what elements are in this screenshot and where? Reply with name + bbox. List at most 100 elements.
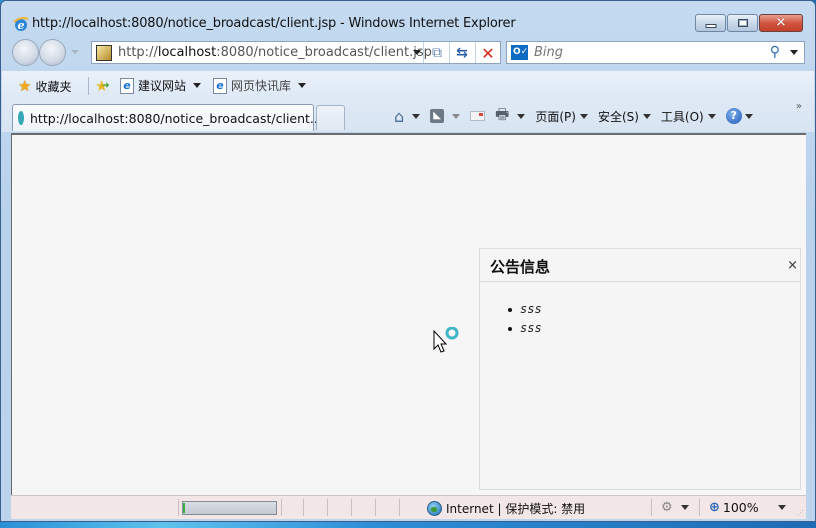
status-divider bbox=[281, 499, 282, 516]
tools-menu-label: 工具(O) bbox=[660, 109, 704, 124]
ie-page-icon: e bbox=[213, 77, 227, 94]
safety-menu-label: 安全(S) bbox=[597, 109, 639, 124]
more-commands-chevron-icon[interactable]: » bbox=[796, 101, 802, 112]
chevron-down-icon[interactable] bbox=[412, 113, 421, 119]
add-to-favorites-bar-button[interactable]: ★ bbox=[95, 77, 110, 95]
notice-panel-title: 公告信息 bbox=[490, 258, 551, 276]
status-divider bbox=[399, 499, 400, 516]
search-options-dropdown-icon[interactable] bbox=[790, 50, 798, 55]
status-divider bbox=[375, 499, 376, 516]
resize-grip-icon[interactable]: ⋰ bbox=[797, 509, 804, 517]
search-box[interactable]: O✓ Bing ⚲ bbox=[506, 41, 805, 64]
favorites-item-web-slice-gallery[interactable]: e 网页快讯库 bbox=[213, 77, 307, 94]
favorites-divider bbox=[88, 77, 89, 95]
refresh-icon[interactable]: ⇆ bbox=[453, 44, 471, 62]
chevron-down-icon[interactable] bbox=[452, 113, 461, 119]
favorites-item-label: 网页快讯库 bbox=[231, 79, 292, 93]
favorites-item-label: 建议网站 bbox=[138, 79, 187, 93]
zoom-level-button[interactable]: ⊕ 100% bbox=[709, 500, 786, 515]
site-favicon-icon bbox=[96, 44, 112, 61]
tab-label: http://localhost:8080/notice_broadcast/c… bbox=[30, 110, 322, 126]
forward-button[interactable] bbox=[39, 39, 66, 66]
address-scheme: http:// bbox=[118, 45, 158, 60]
page-menu-label: 页面(P) bbox=[535, 109, 576, 124]
notice-item: sss bbox=[508, 300, 800, 319]
chevron-down-icon[interactable] bbox=[777, 505, 786, 510]
home-button[interactable]: ⌂ bbox=[394, 106, 421, 126]
chevron-down-icon[interactable] bbox=[517, 113, 526, 119]
tab-client-jsp[interactable]: http://localhost:8080/notice_broadcast/c… bbox=[12, 104, 322, 131]
svg-text:e: e bbox=[18, 19, 25, 32]
status-divider bbox=[303, 499, 304, 516]
recent-pages-dropdown-icon[interactable] bbox=[71, 50, 79, 54]
internet-explorer-icon: e bbox=[13, 17, 29, 32]
security-zone-indicator[interactable]: Internet | 保护模式: 禁用 bbox=[427, 500, 585, 517]
search-input[interactable]: Bing bbox=[534, 45, 563, 60]
close-icon: ✕ bbox=[775, 15, 787, 31]
address-input[interactable]: http://localhost:8080/notice_broadcast/c… bbox=[118, 45, 432, 60]
notice-panel: 公告信息 × sss sss bbox=[479, 248, 801, 490]
notice-panel-header: 公告信息 × bbox=[480, 249, 800, 282]
chevron-down-icon bbox=[642, 113, 651, 119]
printer-icon: 🖶 bbox=[495, 104, 510, 123]
close-window-button[interactable]: ✕ bbox=[759, 14, 803, 32]
help-menu-button[interactable]: ? bbox=[725, 108, 753, 124]
address-divider bbox=[475, 42, 476, 63]
safety-menu-button[interactable]: 安全(S) bbox=[598, 108, 651, 125]
title-bar[interactable]: e http://localhost:8080/notice_broadcast… bbox=[1, 1, 815, 37]
window-controls: ✕ bbox=[695, 14, 803, 32]
zoom-level-text: 100% bbox=[722, 500, 759, 515]
favorites-bar: ★ 收藏夹 ★ e 建议网站 e 网页快讯库 bbox=[2, 71, 814, 101]
status-divider bbox=[699, 499, 700, 516]
security-status-button[interactable]: ⚙ bbox=[661, 500, 689, 515]
new-tab-button[interactable] bbox=[316, 105, 345, 130]
chevron-down-icon bbox=[744, 113, 753, 119]
loading-icon bbox=[18, 111, 24, 125]
favorites-star-icon: ★ bbox=[18, 77, 32, 95]
minimize-button[interactable] bbox=[695, 14, 726, 32]
stop-icon[interactable]: ✕ bbox=[479, 44, 497, 63]
read-mail-button[interactable] bbox=[470, 111, 486, 121]
busy-cursor-icon bbox=[433, 327, 459, 353]
compatibility-view-icon[interactable]: ⧉ bbox=[428, 44, 446, 62]
address-divider bbox=[423, 42, 424, 63]
globe-icon bbox=[427, 501, 442, 516]
close-icon[interactable]: × bbox=[787, 258, 798, 273]
help-icon: ? bbox=[725, 108, 742, 124]
status-divider bbox=[327, 499, 328, 516]
command-bar: ⌂ ◣ 🖶 页面(P) 安全(S) 工具(O) ? bbox=[394, 104, 763, 129]
window-title: http://localhost:8080/notice_broadcast/c… bbox=[32, 16, 516, 31]
feeds-button[interactable]: ◣ bbox=[430, 109, 461, 123]
ie-page-icon: e bbox=[120, 77, 134, 94]
search-icon[interactable]: ⚲ bbox=[770, 44, 780, 60]
chevron-down-icon bbox=[707, 113, 716, 119]
address-host: localhost bbox=[157, 45, 217, 60]
restore-button[interactable] bbox=[727, 14, 758, 32]
notice-list: sss sss bbox=[480, 282, 800, 338]
chevron-down-icon bbox=[193, 83, 202, 88]
zone-text: Internet | 保护模式: 禁用 bbox=[446, 502, 586, 516]
zoom-icon: ⊕ bbox=[709, 500, 720, 515]
address-path: :8080/notice_broadcast/client.jsp bbox=[216, 45, 432, 60]
favorites-label: 收藏夹 bbox=[35, 79, 72, 94]
favorites-button[interactable]: ★ 收藏夹 bbox=[18, 77, 71, 95]
add-favorite-icon: ★ bbox=[95, 77, 110, 95]
page-menu-button[interactable]: 页面(P) bbox=[535, 108, 588, 125]
chevron-down-icon bbox=[680, 505, 689, 510]
notice-item: sss bbox=[508, 319, 800, 338]
tools-menu-button[interactable]: 工具(O) bbox=[661, 108, 716, 125]
navigation-bar: http://localhost:8080/notice_broadcast/c… bbox=[1, 37, 815, 67]
address-dropdown-icon[interactable] bbox=[413, 50, 421, 55]
status-divider bbox=[178, 499, 179, 516]
favorites-item-suggested-sites[interactable]: e 建议网站 bbox=[120, 77, 202, 94]
back-button[interactable] bbox=[12, 39, 39, 66]
tab-bar: http://localhost:8080/notice_broadcast/c… bbox=[2, 101, 814, 132]
address-bar[interactable]: http://localhost:8080/notice_broadcast/c… bbox=[91, 41, 501, 64]
page-content: 公告信息 × sss sss bbox=[11, 133, 806, 495]
search-provider-icon: O✓ bbox=[511, 45, 528, 60]
minimize-icon bbox=[705, 24, 716, 28]
home-icon: ⌂ bbox=[394, 106, 405, 126]
print-button[interactable]: 🖶 bbox=[495, 104, 526, 129]
chevron-down-icon bbox=[298, 83, 307, 88]
status-divider bbox=[351, 499, 352, 516]
